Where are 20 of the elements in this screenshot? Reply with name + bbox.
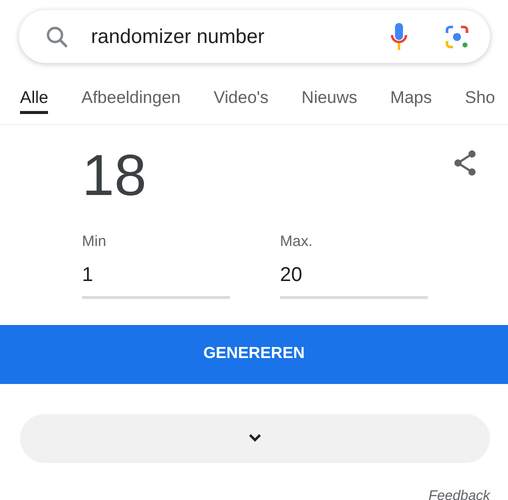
share-icon[interactable] [453, 150, 477, 176]
min-field[interactable]: 1 [82, 254, 230, 298]
search-tab[interactable]: Video's [214, 63, 269, 114]
min-label: Min [82, 232, 108, 252]
search-bar[interactable]: randomizer number [19, 10, 490, 63]
feedback-link[interactable]: Feedback [428, 486, 490, 500]
generate-button[interactable]: GENEREREN [0, 324, 508, 384]
search-tab[interactable]: Sho [464, 63, 496, 114]
random-number: 18 [82, 147, 147, 205]
chevron-down-icon [249, 434, 261, 442]
search-tab[interactable]: Afbeeldingen [81, 63, 181, 114]
search-icon[interactable] [45, 24, 69, 48]
search-tab[interactable]: Alle [20, 63, 48, 114]
search-tab[interactable]: Maps [390, 63, 432, 114]
search-field[interactable]: randomizer number [91, 22, 390, 52]
camera-icon[interactable] [444, 24, 470, 50]
max-field[interactable]: 20 [280, 254, 428, 298]
microphone-icon[interactable] [390, 22, 408, 50]
search-tab[interactable]: Nieuws [302, 63, 358, 114]
max-label: Max. [280, 232, 314, 252]
